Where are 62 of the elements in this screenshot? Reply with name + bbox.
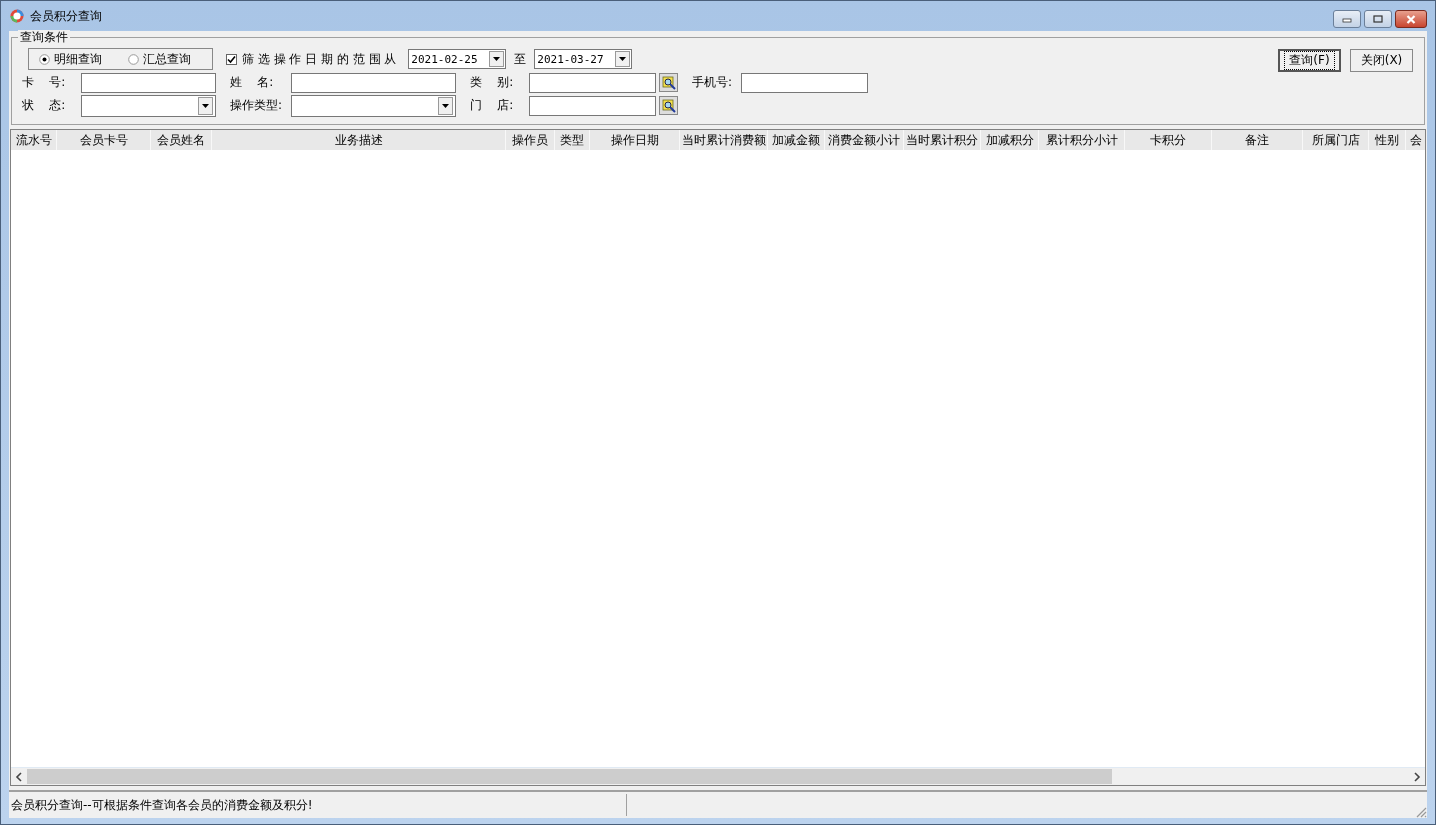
column-header[interactable]: 性别 — [1369, 130, 1406, 150]
column-header[interactable]: 类型 — [555, 130, 590, 150]
field-label: 操作类型: — [230, 97, 284, 114]
magnifier-icon — [661, 75, 676, 90]
mode-radio[interactable]: 明细查询 — [39, 50, 102, 68]
mode-radio[interactable]: 汇总查询 — [128, 50, 191, 68]
field-label: 手机号: — [692, 74, 734, 91]
maximize-icon — [1373, 15, 1383, 23]
magnifier-icon — [661, 98, 676, 113]
dropdown-arrow-icon — [619, 57, 627, 61]
column-header[interactable]: 加减金额 — [768, 130, 825, 150]
lookup-button[interactable] — [659, 73, 678, 92]
window-title: 会员积分查询 — [30, 7, 102, 25]
date-to-picker[interactable]: 2021-03-27 — [534, 49, 633, 69]
dropdown-arrow-icon — [202, 103, 209, 108]
action-button[interactable]: 查询(F) — [1278, 49, 1341, 72]
dropdown-arrow-icon — [442, 103, 449, 108]
column-header[interactable]: 会 — [1406, 130, 1425, 150]
field-label: 类 别: — [470, 74, 515, 91]
status-panel: 会员积分查询--可根据条件查询各会员的消费金额及积分! — [9, 794, 627, 816]
input-field[interactable] — [291, 72, 456, 93]
scrollbar-thumb[interactable] — [27, 769, 1112, 784]
maximize-button[interactable] — [1364, 10, 1392, 28]
input-field[interactable] — [529, 95, 656, 116]
dropdown-arrow-icon — [493, 57, 501, 61]
column-header[interactable]: 当时累计积分 — [904, 130, 981, 150]
close-icon — [1406, 14, 1416, 24]
column-header[interactable]: 加减积分 — [981, 130, 1039, 150]
dropdown-field[interactable] — [81, 94, 216, 117]
field-label: 卡 号: — [22, 74, 67, 91]
minimize-button[interactable] — [1333, 10, 1361, 28]
lookup-button[interactable] — [659, 96, 678, 115]
date-from-picker[interactable]: 2021-02-25 — [408, 49, 507, 69]
minimize-icon — [1342, 15, 1352, 23]
close-button[interactable] — [1395, 10, 1427, 28]
app-logo-icon — [10, 9, 24, 23]
column-header[interactable]: 会员姓名 — [151, 130, 212, 150]
column-header[interactable]: 会员卡号 — [57, 130, 151, 150]
column-header[interactable]: 当时累计消费额 — [680, 130, 768, 150]
column-header[interactable]: 消费金额小计 — [825, 130, 904, 150]
input-field[interactable] — [81, 72, 216, 93]
horizontal-scrollbar[interactable] — [11, 767, 1425, 785]
column-header[interactable]: 备注 — [1212, 130, 1303, 150]
dropdown-field[interactable] — [291, 94, 456, 117]
column-header[interactable]: 流水号 — [11, 130, 57, 150]
column-header[interactable]: 所属门店 — [1303, 130, 1369, 150]
column-header[interactable]: 操作日期 — [590, 130, 680, 150]
field-label: 姓 名: — [230, 74, 275, 91]
column-header[interactable]: 卡积分 — [1125, 130, 1212, 150]
column-header[interactable]: 操作员 — [506, 130, 555, 150]
input-field[interactable] — [741, 72, 868, 93]
date-to-label: 至 — [514, 50, 527, 68]
group-title: 查询条件 — [18, 30, 70, 44]
column-header[interactable]: 业务描述 — [212, 130, 506, 150]
resize-grip-icon[interactable] — [1415, 806, 1427, 818]
field-label: 状 态: — [22, 97, 67, 114]
input-field[interactable] — [529, 72, 656, 93]
column-header[interactable]: 累计积分小计 — [1039, 130, 1125, 150]
field-label: 门 店: — [470, 97, 515, 114]
checkmark-icon — [227, 54, 236, 64]
action-button[interactable]: 关闭(X) — [1350, 49, 1413, 72]
date-filter-checkbox[interactable]: 筛 选 操 作 日 期 的 范 围 从 — [226, 50, 397, 68]
